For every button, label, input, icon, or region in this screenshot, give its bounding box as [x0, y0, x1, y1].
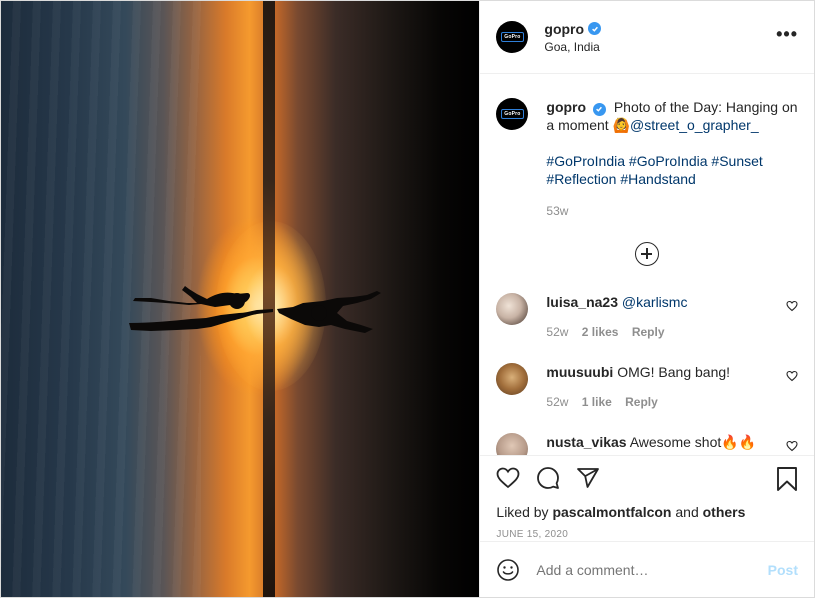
comment-username[interactable]: nusta_vikas	[546, 434, 626, 450]
comment-item: muusuubi OMG! Bang bang! 52w 1 like Repl…	[496, 363, 798, 411]
post-header: GoPro gopro Goa, India •••	[480, 1, 814, 74]
liked-by-others-link[interactable]: others	[703, 504, 746, 520]
emoji-smiley-icon[interactable]	[496, 558, 520, 582]
comment-body: luisa_na23 @karlismc 52w 2 likes Reply	[546, 293, 776, 341]
instagram-post: GoPro gopro Goa, India ••• GoPro gopro P…	[0, 0, 815, 598]
comment-avatar[interactable]	[496, 433, 529, 455]
caption-timestamp[interactable]: 53w	[546, 202, 798, 220]
comment-like-heart-icon[interactable]	[786, 300, 798, 312]
photo-silhouettes	[129, 286, 381, 333]
gopro-logo: GoPro	[501, 32, 524, 42]
verified-badge-icon	[588, 22, 602, 35]
comment-likes[interactable]: 2 likes	[582, 325, 619, 339]
post-comment-button[interactable]: Post	[768, 562, 798, 578]
caption-hashtags: #GoProIndia #GoProIndia #Sunset #Reflect…	[546, 152, 798, 188]
caption-emoji: 🙆	[612, 117, 630, 133]
liked-by-prefix: Liked by	[496, 504, 549, 520]
hashtag[interactable]: #GoProIndia	[629, 153, 708, 169]
caption-username[interactable]: gopro	[546, 99, 586, 115]
comment-bubble-icon[interactable]	[536, 466, 560, 490]
comment-avatar[interactable]	[496, 363, 529, 395]
action-icons	[496, 466, 798, 492]
comment-like-heart-icon[interactable]	[786, 370, 798, 382]
post-date[interactable]: June 15, 2020	[496, 529, 798, 540]
comment-body: muusuubi OMG! Bang bang! 52w 1 like Repl…	[546, 363, 776, 411]
liked-by-and: and	[675, 504, 699, 520]
comment-text: Awesome shot🔥🔥	[629, 434, 757, 450]
hashtag[interactable]: #Sunset	[711, 153, 762, 169]
add-comment-input[interactable]	[536, 561, 768, 578]
comment-reply-button[interactable]: Reply	[632, 325, 665, 339]
comment-like-heart-icon[interactable]	[786, 440, 798, 452]
like-heart-icon[interactable]	[496, 466, 520, 490]
share-paper-plane-icon[interactable]	[576, 466, 600, 490]
comment-body: nusta_vikas Awesome shot🔥🔥	[546, 433, 776, 455]
comment-time[interactable]: 52w	[546, 325, 568, 339]
post-location[interactable]: Goa, India	[544, 40, 601, 54]
more-options-icon[interactable]: •••	[776, 25, 798, 43]
add-comment-bar: Post	[480, 541, 814, 597]
caption-author-avatar[interactable]: GoPro	[496, 98, 529, 130]
save-bookmark-icon[interactable]	[776, 466, 798, 492]
post-caption: GoPro gopro Photo of the Day: Hanging on…	[496, 90, 798, 220]
comment-avatar[interactable]	[496, 293, 529, 325]
comment-username[interactable]: luisa_na23	[546, 294, 618, 310]
comment-item: luisa_na23 @karlismc 52w 2 likes Reply	[496, 293, 798, 341]
comment-reply-button[interactable]: Reply	[625, 395, 658, 409]
author-info: gopro Goa, India	[544, 21, 602, 54]
caption-body: gopro Photo of the Day: Hanging on a mom…	[546, 98, 798, 220]
comment-time[interactable]: 52w	[546, 395, 568, 409]
verified-badge-icon	[592, 102, 606, 116]
hashtag[interactable]: #GoProIndia	[546, 153, 625, 169]
post-side-panel: GoPro gopro Goa, India ••• GoPro gopro P…	[479, 1, 814, 597]
hashtag[interactable]: #Reflection	[546, 171, 616, 187]
comment-meta: 52w 1 like Reply	[546, 393, 776, 411]
post-actions: Liked by pascalmontfalcon and others Jun…	[480, 455, 814, 540]
liked-by-user[interactable]: pascalmontfalcon	[552, 504, 671, 520]
hashtag[interactable]: #Handstand	[620, 171, 696, 187]
liked-by-summary: Liked by pascalmontfalcon and others	[496, 504, 798, 520]
author-username[interactable]: gopro	[544, 21, 584, 37]
comment-text: OMG! Bang bang!	[617, 364, 731, 380]
comment-meta: 52w 2 likes Reply	[546, 323, 776, 341]
comment-likes[interactable]: 1 like	[582, 395, 612, 409]
load-more-plus-icon[interactable]	[635, 242, 660, 266]
author-name-row: gopro	[544, 21, 602, 37]
gopro-logo: GoPro	[501, 109, 524, 119]
post-photo[interactable]	[1, 1, 480, 597]
comment-username[interactable]: muusuubi	[546, 364, 613, 380]
caption-mention[interactable]: @street_o_grapher_	[630, 117, 759, 133]
author-avatar[interactable]: GoPro	[496, 21, 529, 53]
comments-scroll-area[interactable]: GoPro gopro Photo of the Day: Hanging on…	[480, 74, 814, 455]
comment-item: nusta_vikas Awesome shot🔥🔥	[496, 433, 798, 455]
comment-text[interactable]: @karlismc	[622, 294, 688, 310]
load-more-comments	[496, 242, 798, 266]
